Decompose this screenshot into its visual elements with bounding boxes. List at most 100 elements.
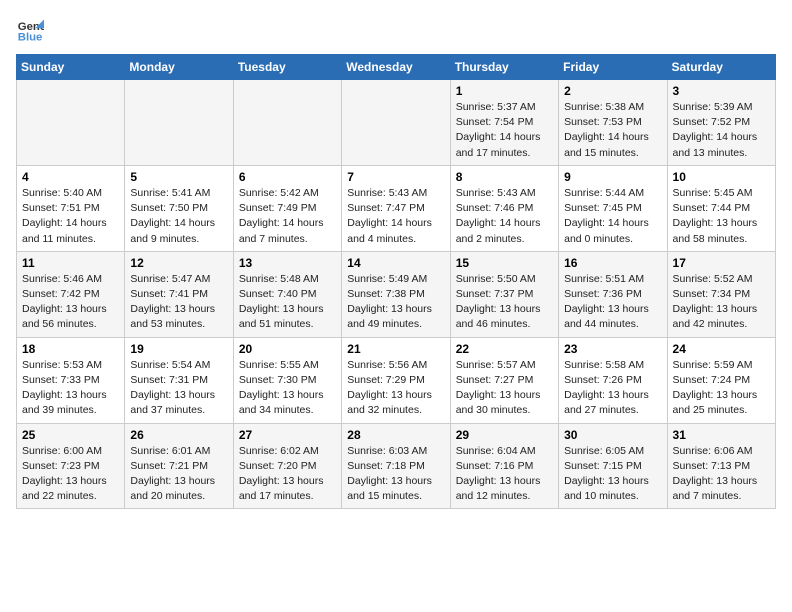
calendar-cell: 28 Sunrise: 6:03 AMSunset: 7:18 PMDayligh… <box>342 423 450 509</box>
day-number: 26 <box>130 428 227 442</box>
day-info: Sunrise: 6:03 AMSunset: 7:18 PMDaylight:… <box>347 444 444 505</box>
day-info: Sunrise: 5:41 AMSunset: 7:50 PMDaylight:… <box>130 186 227 247</box>
calendar-table: SundayMondayTuesdayWednesdayThursdayFrid… <box>16 54 776 509</box>
day-number: 22 <box>456 342 553 356</box>
day-number: 4 <box>22 170 119 184</box>
day-info: Sunrise: 5:43 AMSunset: 7:47 PMDaylight:… <box>347 186 444 247</box>
day-info: Sunrise: 5:50 AMSunset: 7:37 PMDaylight:… <box>456 272 553 333</box>
day-info: Sunrise: 5:47 AMSunset: 7:41 PMDaylight:… <box>130 272 227 333</box>
calendar-cell: 7 Sunrise: 5:43 AMSunset: 7:47 PMDaylight… <box>342 165 450 251</box>
day-number: 14 <box>347 256 444 270</box>
day-info: Sunrise: 5:43 AMSunset: 7:46 PMDaylight:… <box>456 186 553 247</box>
day-number: 16 <box>564 256 661 270</box>
day-number: 20 <box>239 342 336 356</box>
weekday-header: Thursday <box>450 55 558 80</box>
calendar-cell: 4Sunrise: 5:40 AMSunset: 7:51 PMDaylight… <box>17 165 125 251</box>
calendar-cell <box>233 80 341 166</box>
day-info: Sunrise: 5:53 AMSunset: 7:33 PMDaylight:… <box>22 358 119 419</box>
logo: General Blue <box>16 16 48 44</box>
calendar-week-row: 1Sunrise: 5:37 AMSunset: 7:54 PMDaylight… <box>17 80 776 166</box>
calendar-cell: 26 Sunrise: 6:01 AMSunset: 7:21 PMDayligh… <box>125 423 233 509</box>
day-info: Sunrise: 6:04 AMSunset: 7:16 PMDaylight:… <box>456 444 553 505</box>
day-info: Sunrise: 6:06 AMSunset: 7:13 PMDaylight:… <box>673 444 770 505</box>
day-info: Sunrise: 6:05 AMSunset: 7:15 PMDaylight:… <box>564 444 661 505</box>
calendar-cell: 22 Sunrise: 5:57 AMSunset: 7:27 PMDayligh… <box>450 337 558 423</box>
day-info: Sunrise: 5:46 AMSunset: 7:42 PMDaylight:… <box>22 272 119 333</box>
calendar-cell: 16 Sunrise: 5:51 AMSunset: 7:36 PMDayligh… <box>559 251 667 337</box>
day-info: Sunrise: 5:54 AMSunset: 7:31 PMDaylight:… <box>130 358 227 419</box>
calendar-cell: 1Sunrise: 5:37 AMSunset: 7:54 PMDaylight… <box>450 80 558 166</box>
weekday-header: Friday <box>559 55 667 80</box>
weekday-header: Tuesday <box>233 55 341 80</box>
day-number: 2 <box>564 84 661 98</box>
day-number: 9 <box>564 170 661 184</box>
day-number: 24 <box>673 342 770 356</box>
calendar-cell: 15 Sunrise: 5:50 AMSunset: 7:37 PMDayligh… <box>450 251 558 337</box>
calendar-cell: 31 Sunrise: 6:06 AMSunset: 7:13 PMDayligh… <box>667 423 775 509</box>
day-number: 10 <box>673 170 770 184</box>
day-info: Sunrise: 5:45 AMSunset: 7:44 PMDaylight:… <box>673 186 770 247</box>
calendar-cell: 17 Sunrise: 5:52 AMSunset: 7:34 PMDayligh… <box>667 251 775 337</box>
calendar-cell <box>125 80 233 166</box>
day-info: Sunrise: 5:38 AMSunset: 7:53 PMDaylight:… <box>564 100 661 161</box>
day-number: 7 <box>347 170 444 184</box>
day-number: 12 <box>130 256 227 270</box>
day-info: Sunrise: 5:42 AMSunset: 7:49 PMDaylight:… <box>239 186 336 247</box>
day-info: Sunrise: 5:52 AMSunset: 7:34 PMDaylight:… <box>673 272 770 333</box>
calendar-cell: 6 Sunrise: 5:42 AMSunset: 7:49 PMDaylight… <box>233 165 341 251</box>
calendar-cell: 10 Sunrise: 5:45 AMSunset: 7:44 PMDayligh… <box>667 165 775 251</box>
day-info: Sunrise: 6:01 AMSunset: 7:21 PMDaylight:… <box>130 444 227 505</box>
day-number: 23 <box>564 342 661 356</box>
calendar-cell: 5 Sunrise: 5:41 AMSunset: 7:50 PMDaylight… <box>125 165 233 251</box>
day-number: 17 <box>673 256 770 270</box>
day-number: 30 <box>564 428 661 442</box>
calendar-cell <box>342 80 450 166</box>
calendar-week-row: 25Sunrise: 6:00 AMSunset: 7:23 PMDayligh… <box>17 423 776 509</box>
day-number: 21 <box>347 342 444 356</box>
day-number: 27 <box>239 428 336 442</box>
calendar-cell: 8 Sunrise: 5:43 AMSunset: 7:46 PMDaylight… <box>450 165 558 251</box>
calendar-cell: 30 Sunrise: 6:05 AMSunset: 7:15 PMDayligh… <box>559 423 667 509</box>
day-info: Sunrise: 5:51 AMSunset: 7:36 PMDaylight:… <box>564 272 661 333</box>
calendar-cell: 18 Sunrise: 5:53 AMSunset: 7:33 PMDayligh… <box>17 337 125 423</box>
day-info: Sunrise: 5:57 AMSunset: 7:27 PMDaylight:… <box>456 358 553 419</box>
day-number: 15 <box>456 256 553 270</box>
day-number: 31 <box>673 428 770 442</box>
calendar-cell: 27 Sunrise: 6:02 AMSunset: 7:20 PMDayligh… <box>233 423 341 509</box>
day-number: 8 <box>456 170 553 184</box>
weekday-header: Wednesday <box>342 55 450 80</box>
svg-text:Blue: Blue <box>18 32 43 44</box>
day-number: 18 <box>22 342 119 356</box>
day-number: 3 <box>673 84 770 98</box>
day-number: 6 <box>239 170 336 184</box>
page-header: General Blue <box>16 16 776 44</box>
day-number: 5 <box>130 170 227 184</box>
calendar-cell: 2 Sunrise: 5:38 AMSunset: 7:53 PMDaylight… <box>559 80 667 166</box>
day-info: Sunrise: 5:58 AMSunset: 7:26 PMDaylight:… <box>564 358 661 419</box>
day-info: Sunrise: 5:39 AMSunset: 7:52 PMDaylight:… <box>673 100 770 161</box>
day-info: Sunrise: 5:56 AMSunset: 7:29 PMDaylight:… <box>347 358 444 419</box>
calendar-cell: 25Sunrise: 6:00 AMSunset: 7:23 PMDayligh… <box>17 423 125 509</box>
day-info: Sunrise: 5:49 AMSunset: 7:38 PMDaylight:… <box>347 272 444 333</box>
weekday-header: Saturday <box>667 55 775 80</box>
calendar-cell: 13Sunrise: 5:48 AMSunset: 7:40 PMDayligh… <box>233 251 341 337</box>
day-number: 13 <box>239 256 336 270</box>
day-info: Sunrise: 6:02 AMSunset: 7:20 PMDaylight:… <box>239 444 336 505</box>
calendar-week-row: 4Sunrise: 5:40 AMSunset: 7:51 PMDaylight… <box>17 165 776 251</box>
calendar-cell: 12 Sunrise: 5:47 AMSunset: 7:41 PMDayligh… <box>125 251 233 337</box>
calendar-header-row: SundayMondayTuesdayWednesdayThursdayFrid… <box>17 55 776 80</box>
day-info: Sunrise: 5:55 AMSunset: 7:30 PMDaylight:… <box>239 358 336 419</box>
day-number: 19 <box>130 342 227 356</box>
calendar-week-row: 11Sunrise: 5:46 AMSunset: 7:42 PMDayligh… <box>17 251 776 337</box>
calendar-cell: 24Sunrise: 5:59 AMSunset: 7:24 PMDayligh… <box>667 337 775 423</box>
weekday-header: Sunday <box>17 55 125 80</box>
day-number: 1 <box>456 84 553 98</box>
calendar-cell: 3 Sunrise: 5:39 AMSunset: 7:52 PMDaylight… <box>667 80 775 166</box>
calendar-week-row: 18 Sunrise: 5:53 AMSunset: 7:33 PMDayligh… <box>17 337 776 423</box>
weekday-header: Monday <box>125 55 233 80</box>
calendar-cell: 14 Sunrise: 5:49 AMSunset: 7:38 PMDayligh… <box>342 251 450 337</box>
calendar-cell: 21 Sunrise: 5:56 AMSunset: 7:29 PMDayligh… <box>342 337 450 423</box>
calendar-cell: 20 Sunrise: 5:55 AMSunset: 7:30 PMDayligh… <box>233 337 341 423</box>
day-number: 28 <box>347 428 444 442</box>
calendar-cell: 11Sunrise: 5:46 AMSunset: 7:42 PMDayligh… <box>17 251 125 337</box>
